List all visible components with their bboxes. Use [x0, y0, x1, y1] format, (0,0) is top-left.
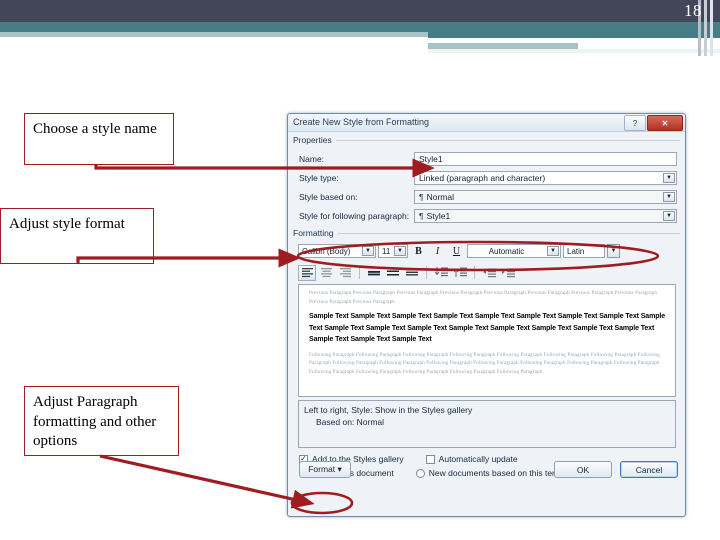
dialog-button-row: Format ▾ OK Cancel	[288, 460, 685, 479]
header-pale-band-1	[0, 32, 428, 37]
align-left-icon[interactable]	[298, 264, 316, 281]
align-right-icon[interactable]	[336, 265, 354, 281]
property-row-name: Name: Style1	[299, 150, 677, 167]
formatting-group-rule	[293, 233, 680, 234]
preview-following-paragraph: Following Paragraph Following Paragraph …	[309, 351, 660, 375]
properties-group: Properties	[293, 135, 680, 145]
slide-header: 18	[0, 0, 720, 56]
chevron-down-icon[interactable]: ▼	[663, 191, 675, 202]
ok-button[interactable]: OK	[554, 461, 612, 478]
help-icon[interactable]: ?	[624, 115, 646, 131]
cancel-button[interactable]: Cancel	[620, 461, 678, 478]
font-color-value: Automatic	[488, 246, 525, 256]
font-family-value: Calibri (Body)	[302, 246, 351, 256]
description-line-2: Based on: Normal	[316, 417, 385, 428]
property-row-style-type: Style type: Linked (paragraph and charac…	[299, 169, 677, 186]
property-row-style-following: Style for following paragraph: ¶ Style1 …	[299, 207, 677, 224]
toolbar-separator	[474, 266, 475, 279]
bold-button[interactable]: B	[410, 243, 427, 260]
titlebar-buttons: ? ✕	[624, 115, 683, 131]
callout-choose-style-name: Choose a style name	[24, 113, 174, 165]
formatting-group-label: Formatting	[293, 228, 338, 238]
create-new-style-dialog: Create New Style from Formatting ? ✕ Pro…	[287, 113, 686, 517]
properties-group-rule	[293, 140, 680, 141]
preview-previous-paragraph: Previous Paragraph Previous Paragraph Pr…	[309, 290, 658, 305]
chevron-down-icon[interactable]: ▼	[607, 244, 620, 258]
description-line-1: Left to right, Style: Show in the Styles…	[304, 405, 473, 415]
toolbar-separator	[359, 266, 360, 279]
decrease-indent-icon[interactable]	[480, 265, 498, 281]
formatting-toolbars: Calibri (Body) ▼ 11 ▼ B I U Automatic ▼ …	[293, 240, 680, 282]
preview-sample-text: Sample Text Sample Text Sample Text Samp…	[309, 313, 666, 344]
properties-group-label: Properties	[293, 135, 336, 145]
style-following-label: Style for following paragraph:	[299, 210, 410, 221]
script-value: Latin	[563, 244, 605, 258]
style-based-on-value: Normal	[426, 191, 454, 202]
line-spacing-single-icon[interactable]	[365, 265, 383, 281]
paragraph-toolbar-row	[298, 263, 676, 282]
style-type-label: Style type:	[299, 172, 339, 183]
toolbar-separator	[426, 266, 427, 279]
page-number: 18	[684, 1, 702, 20]
properties-rows: Name: Style1 Style type: Linked (paragra…	[293, 147, 680, 228]
chevron-down-icon[interactable]: ▼	[663, 210, 675, 221]
font-size-value: 11	[382, 246, 391, 256]
style-based-on-select[interactable]: ¶ Normal ▼	[414, 189, 677, 204]
header-navy-band	[0, 0, 720, 22]
font-size-select[interactable]: 11 ▼	[378, 244, 408, 258]
chevron-down-icon[interactable]: ▼	[547, 246, 559, 256]
formatting-group: Formatting	[293, 228, 680, 238]
property-row-style-based-on: Style based on: ¶ Normal ▼	[299, 188, 677, 205]
header-pale-band-3	[428, 49, 720, 53]
style-based-on-label: Style based on:	[299, 191, 358, 202]
callout-adjust-paragraph-formatting: Adjust Paragraph formatting and other op…	[24, 386, 179, 456]
dialog-titlebar[interactable]: Create New Style from Formatting ? ✕	[288, 114, 685, 132]
pilcrow-icon: ¶	[419, 191, 424, 202]
format-button[interactable]: Format ▾	[299, 461, 351, 478]
header-stripe-3	[710, 0, 713, 56]
dialog-body: Properties Name: Style1 Style type: Link…	[288, 132, 685, 484]
increase-space-after-icon[interactable]	[451, 265, 469, 281]
style-preview: Previous Paragraph Previous Paragraph Pr…	[298, 284, 676, 397]
close-icon[interactable]: ✕	[647, 115, 683, 131]
callout-adjust-style-format: Adjust style format	[0, 208, 154, 264]
dialog-title: Create New Style from Formatting	[293, 117, 430, 127]
header-stripe-2	[704, 0, 707, 56]
style-type-value: Linked (paragraph and character)	[419, 172, 546, 183]
align-center-icon[interactable]	[317, 265, 335, 281]
italic-button[interactable]: I	[429, 243, 446, 260]
style-description: Left to right, Style: Show in the Styles…	[298, 400, 676, 448]
style-type-select[interactable]: Linked (paragraph and character) ▼	[414, 170, 677, 185]
chevron-down-icon[interactable]: ▼	[663, 172, 675, 183]
font-color-select[interactable]: Automatic ▼	[467, 244, 561, 258]
line-spacing-onefive-icon[interactable]	[384, 265, 402, 281]
line-spacing-double-icon[interactable]	[403, 265, 421, 281]
font-toolbar-row: Calibri (Body) ▼ 11 ▼ B I U Automatic ▼ …	[298, 242, 676, 260]
chevron-down-icon[interactable]: ▼	[394, 246, 406, 256]
style-following-value: Style1	[426, 210, 451, 221]
increase-indent-icon[interactable]	[499, 265, 517, 281]
chevron-down-icon[interactable]: ▼	[362, 246, 374, 256]
font-family-select[interactable]: Calibri (Body) ▼	[298, 244, 376, 258]
decrease-space-before-icon[interactable]	[432, 265, 450, 281]
header-teal-band	[0, 22, 720, 32]
style-following-select[interactable]: ¶ Style1 ▼	[414, 208, 677, 223]
name-label: Name:	[299, 153, 325, 164]
pilcrow-icon: ¶	[419, 210, 424, 221]
style-name-input[interactable]: Style1	[414, 151, 677, 166]
underline-button[interactable]: U	[448, 243, 465, 260]
